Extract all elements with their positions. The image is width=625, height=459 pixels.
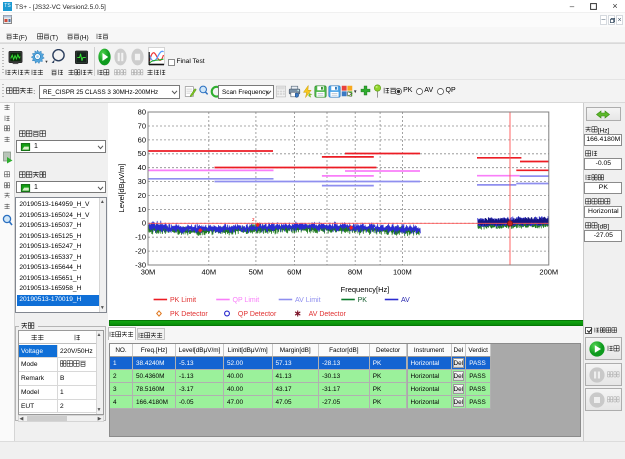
svg-text:10: 10 (138, 205, 146, 214)
svg-text:0: 0 (142, 219, 146, 228)
svg-text:QP Limit: QP Limit (233, 297, 260, 304)
svg-text:Frequency[Hz]: Frequency[Hz] (341, 285, 390, 294)
svg-text:20: 20 (138, 191, 146, 200)
svg-text:200M: 200M (539, 268, 558, 277)
svg-text:AV: AV (401, 297, 410, 304)
svg-text:PK Detector: PK Detector (170, 311, 208, 318)
svg-text::: : (33, 89, 35, 96)
svg-text:AV Detector: AV Detector (309, 311, 347, 318)
svg-text:AV Limit: AV Limit (295, 297, 321, 304)
svg-text:30: 30 (138, 177, 146, 186)
svg-text:80: 80 (138, 108, 146, 117)
svg-text:(F): (F) (19, 34, 27, 41)
svg-text:50M: 50M (249, 268, 264, 277)
svg-text:Level[dBμV/m]: Level[dBμV/m] (117, 164, 126, 213)
svg-text:40: 40 (138, 163, 146, 172)
svg-text:PK: PK (358, 297, 368, 304)
svg-text:70: 70 (138, 121, 146, 130)
svg-text:[Hz]: [Hz] (597, 127, 609, 134)
svg-text:(T): (T) (50, 34, 58, 41)
svg-text:50: 50 (138, 149, 146, 158)
svg-text:-20: -20 (135, 247, 146, 256)
svg-text:100M: 100M (393, 268, 412, 277)
svg-text:[dB]: [dB] (597, 223, 609, 230)
svg-text:60: 60 (138, 135, 146, 144)
svg-text:60M: 60M (287, 268, 302, 277)
svg-text:80M: 80M (348, 268, 363, 277)
svg-text:40M: 40M (202, 268, 217, 277)
svg-text:QP Detector: QP Detector (238, 311, 277, 318)
svg-text:(H): (H) (80, 34, 89, 41)
svg-text:-10: -10 (135, 233, 146, 242)
svg-text:PK Limit: PK Limit (170, 297, 196, 304)
svg-text:30M: 30M (141, 268, 156, 277)
